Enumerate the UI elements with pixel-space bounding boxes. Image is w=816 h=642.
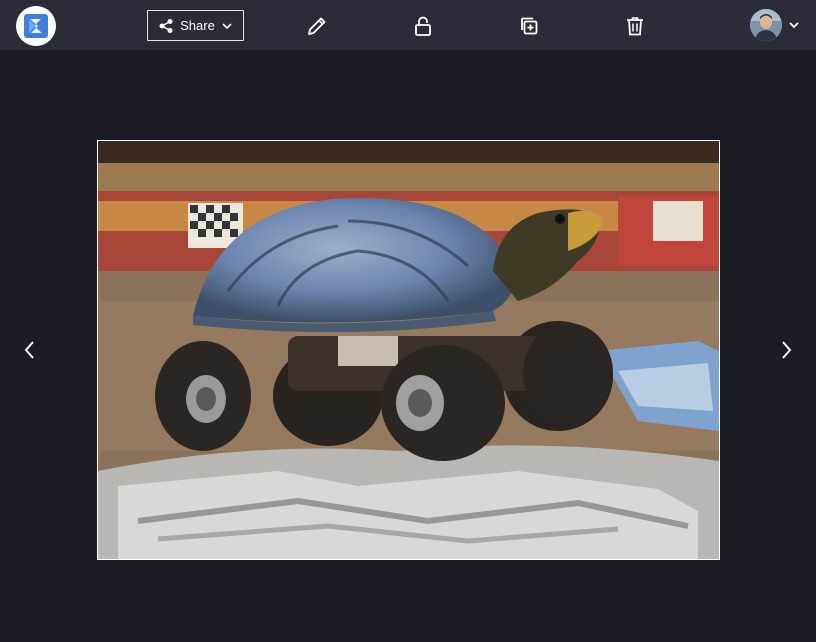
delete-button[interactable]	[623, 14, 647, 38]
turtle-monster-truck-image	[98, 141, 719, 559]
pencil-icon	[308, 17, 326, 35]
next-image-button[interactable]	[772, 336, 800, 364]
avatar	[750, 9, 782, 41]
previous-image-button[interactable]	[16, 336, 44, 364]
photo-preview	[97, 140, 720, 560]
share-button[interactable]: Share	[147, 10, 244, 41]
chevron-down-icon	[222, 22, 232, 29]
user-menu[interactable]	[750, 8, 806, 42]
chevron-down-icon	[789, 22, 799, 29]
app-logo-icon	[24, 14, 48, 38]
edit-button[interactable]	[305, 14, 329, 38]
lock-button[interactable]	[411, 14, 435, 38]
share-button-label: Share	[180, 18, 215, 33]
copy-plus-icon	[521, 17, 538, 35]
share-nodes-icon	[159, 18, 173, 33]
lock-icon	[415, 16, 431, 36]
duplicate-button[interactable]	[517, 14, 541, 38]
top-toolbar: Share	[0, 0, 816, 50]
app-logo[interactable]	[16, 6, 56, 46]
chevron-left-icon	[24, 341, 34, 359]
trash-icon	[627, 17, 643, 36]
chevron-right-icon	[782, 341, 792, 359]
